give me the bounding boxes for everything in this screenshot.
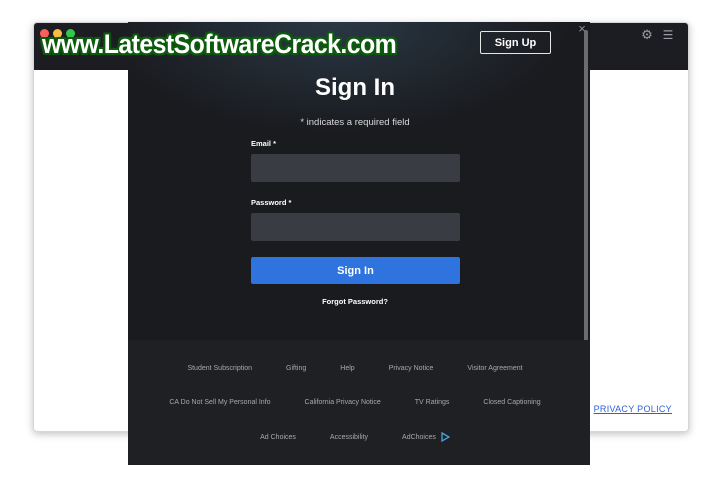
sign-in-button[interactable]: Sign In [251, 257, 460, 284]
footer-link-gifting[interactable]: Gifting [286, 365, 306, 372]
page-title: Sign In [315, 74, 395, 101]
sign-up-button[interactable]: Sign Up [480, 31, 551, 54]
required-field-note: * indicates a required field [300, 117, 410, 128]
modal-footer: Student Subscription Gifting Help Privac… [128, 340, 590, 465]
menu-icon[interactable]: ☰ [662, 28, 674, 42]
footer-row-1: Student Subscription Gifting Help Privac… [128, 365, 582, 372]
footer-link-privacy-notice[interactable]: Privacy Notice [389, 365, 434, 372]
footer-link-accessibility[interactable]: Accessibility [330, 432, 368, 442]
gear-icon[interactable]: ⚙ [640, 28, 654, 42]
footer-link-adchoices-logo[interactable]: AdChoices [402, 432, 450, 442]
password-field[interactable] [251, 213, 460, 241]
footer-link-ad-choices[interactable]: Ad Choices [260, 432, 296, 442]
email-field[interactable] [251, 154, 460, 182]
footer-row-3: Ad Choices Accessibility AdChoices [128, 432, 582, 442]
privacy-policy-label: PRIVACY POLICY [593, 403, 672, 414]
footer-link-ca-do-not-sell[interactable]: CA Do Not Sell My Personal Info [169, 399, 270, 406]
email-label: Email * [251, 139, 277, 148]
footer-link-visitor-agreement[interactable]: Visitor Agreement [467, 365, 522, 372]
forgot-password-link[interactable]: Forgot Password? [128, 297, 582, 306]
watermark-text: www.LatestSoftwareCrack.com [42, 29, 397, 59]
footer-link-tv-ratings[interactable]: TV Ratings [415, 399, 450, 406]
footer-link-california-privacy-notice[interactable]: California Privacy Notice [305, 399, 381, 406]
privacy-policy-link[interactable]: PRIVACY POLICY [578, 403, 672, 414]
close-icon[interactable]: × [576, 22, 588, 36]
password-label: Password * [251, 198, 292, 207]
sign-in-modal: × Sign Up Sign In * indicates a required… [128, 22, 590, 465]
footer-link-student-subscription[interactable]: Student Subscription [187, 365, 252, 372]
footer-link-closed-captioning[interactable]: Closed Captioning [483, 399, 540, 406]
footer-link-help[interactable]: Help [340, 365, 354, 372]
footer-row-2: CA Do Not Sell My Personal Info Californ… [128, 399, 582, 406]
adchoices-label: AdChoices [402, 433, 436, 441]
adchoices-icon [441, 432, 450, 442]
